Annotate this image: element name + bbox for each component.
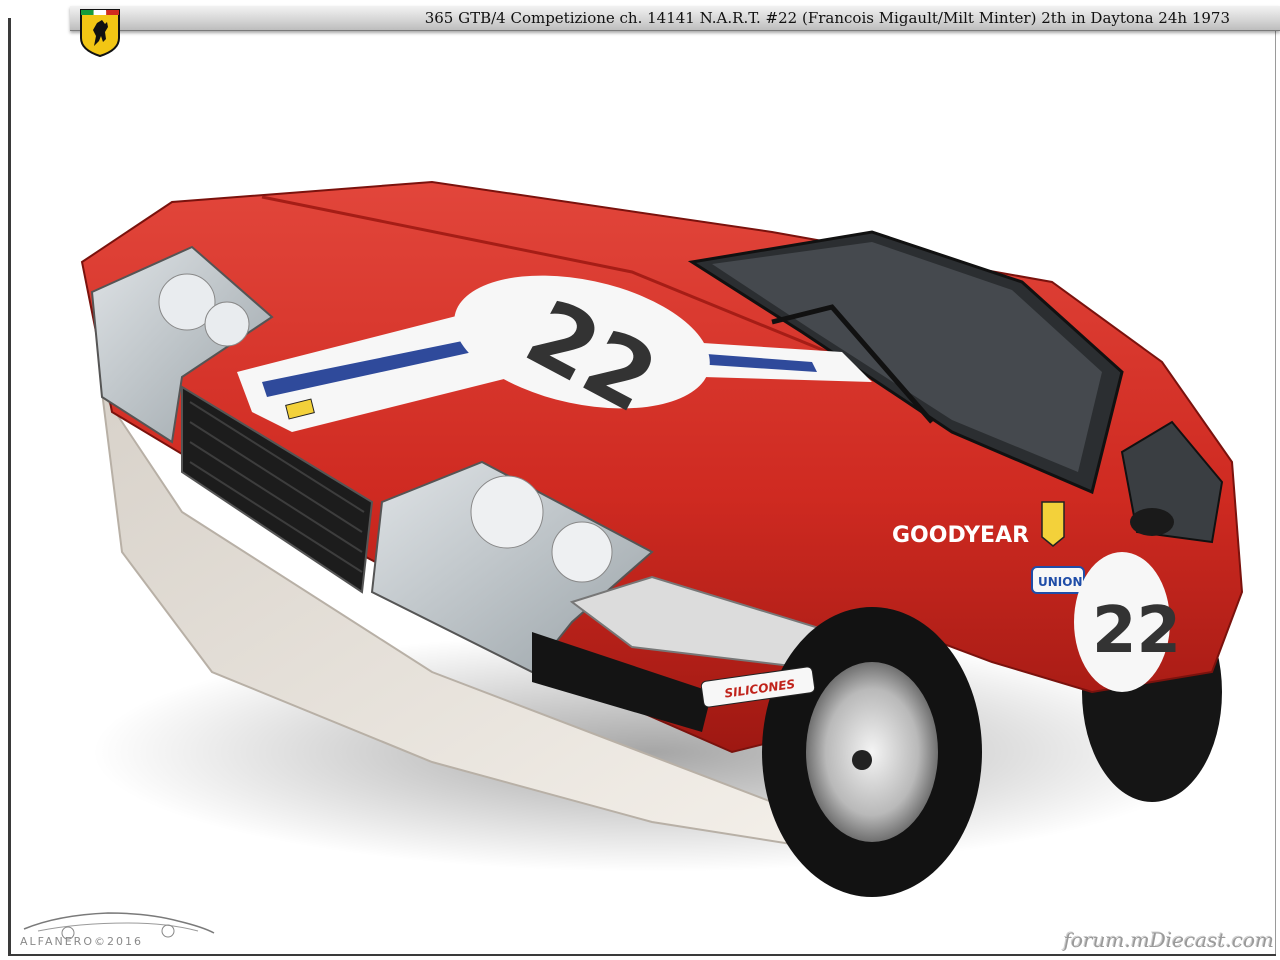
car-photo: 22 GOODYEAR UNION SILICONES 22 — [80, 180, 1244, 897]
goodyear-decal: GOODYEAR — [892, 523, 1029, 548]
title-bar: 365 GTB/4 Competizione ch. 14141 N.A.R.T… — [70, 6, 1280, 31]
side-mirror — [1130, 508, 1174, 536]
door-number: 22 — [1092, 594, 1181, 668]
bottom-frame-border — [8, 954, 1276, 956]
alfanero-logo-text: ALFANERO©2016 — [20, 935, 143, 948]
svg-text:UNION: UNION — [1038, 575, 1083, 589]
front-wheel-rim — [806, 662, 938, 842]
photo-title: 365 GTB/4 Competizione ch. 14141 N.A.R.T… — [424, 9, 1230, 27]
ferrari-shield-icon — [80, 9, 120, 58]
left-frame-border — [8, 18, 11, 956]
forum-watermark: forum.mDiecast.com — [1063, 928, 1274, 952]
